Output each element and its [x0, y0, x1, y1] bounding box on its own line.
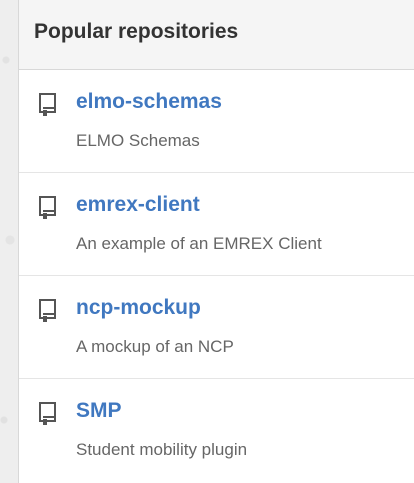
popular-repositories-panel: Popular repositories elmo-schemas ELMO S… — [18, 0, 414, 483]
repo-book-icon — [38, 402, 58, 426]
repo-description: An example of an EMREX Client — [76, 234, 322, 253]
repo-description: A mockup of an NCP — [76, 337, 234, 356]
repo-description: Student mobility plugin — [76, 440, 248, 459]
repo-link-emrex-client[interactable]: emrex-client — [76, 193, 200, 217]
repo-book-icon — [38, 196, 58, 220]
repo-list-item: ncp-mockup A mockup of an NCP — [19, 276, 414, 379]
repo-book-icon — [38, 299, 58, 323]
repo-list-item: elmo-schemas ELMO Schemas — [19, 70, 414, 173]
repo-list-item: emrex-client An example of an EMREX Clie… — [19, 173, 414, 276]
repo-link-smp[interactable]: SMP — [76, 399, 122, 423]
repo-book-icon — [38, 93, 58, 117]
panel-header: Popular repositories — [19, 0, 414, 70]
repo-link-ncp-mockup[interactable]: ncp-mockup — [76, 296, 201, 320]
repo-list: elmo-schemas ELMO Schemas emrex-client A… — [19, 70, 414, 482]
repo-list-item: SMP Student mobility plugin — [19, 379, 414, 482]
repo-description: ELMO Schemas — [76, 131, 200, 150]
panel-title: Popular repositories — [34, 19, 239, 43]
repo-link-elmo-schemas[interactable]: elmo-schemas — [76, 90, 222, 114]
